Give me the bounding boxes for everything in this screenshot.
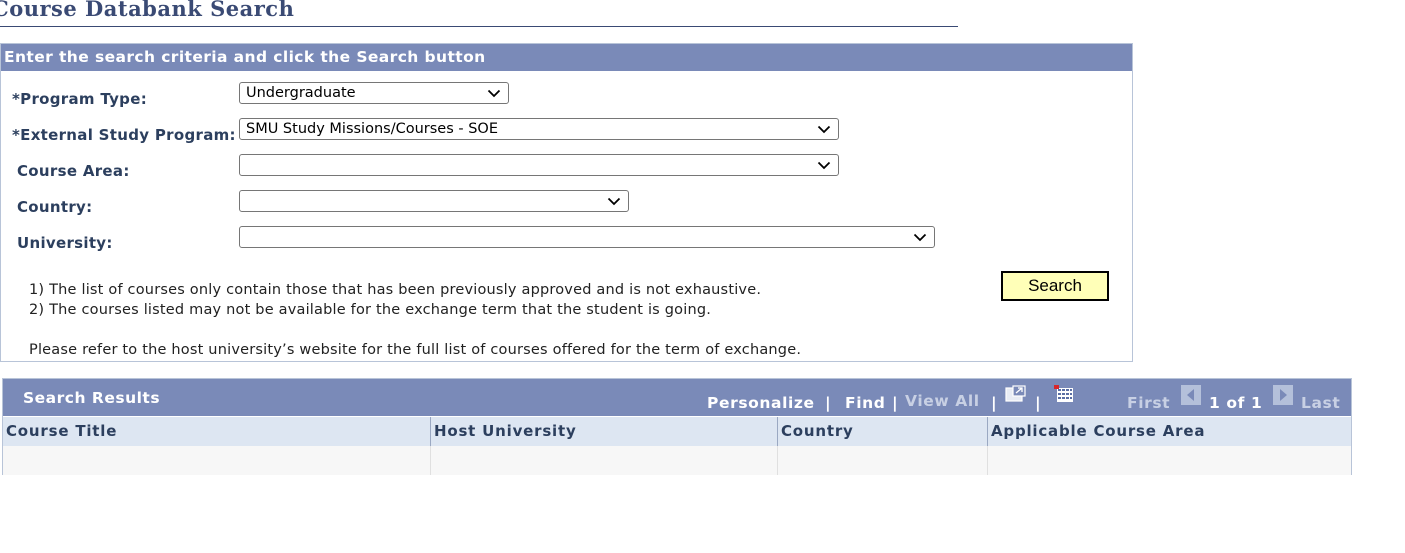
external-study-program-label: *External Study Program: (12, 126, 236, 144)
new-window-icon[interactable] (1005, 385, 1027, 403)
separator: | (991, 394, 998, 412)
country-select[interactable] (239, 190, 629, 212)
table-row-cell (431, 446, 778, 475)
external-study-program-value: SMU Study Missions/Courses - SOE (246, 121, 498, 137)
search-button[interactable]: Search (1001, 271, 1109, 301)
table-row-cell (778, 446, 988, 475)
grid-download-icon[interactable] (1053, 385, 1077, 405)
program-type-value: Undergraduate (246, 85, 356, 101)
table-row-cell (988, 446, 1351, 475)
chevron-down-icon (817, 125, 831, 134)
chevron-down-icon (487, 89, 501, 98)
search-results-grid: Search Results Personalize | Find | View… (2, 378, 1352, 475)
chevron-down-icon (913, 233, 927, 242)
separator: | (1035, 394, 1042, 412)
title-divider (0, 26, 958, 27)
column-header-host-university[interactable]: Host University (431, 417, 778, 446)
chevron-down-icon (607, 197, 621, 206)
column-header-course-title[interactable]: Course Title (3, 417, 431, 446)
first-page-link[interactable]: First (1127, 394, 1170, 412)
university-select[interactable] (239, 226, 935, 248)
note-1: 1) The list of courses only contain thos… (29, 282, 762, 298)
external-study-program-select[interactable]: SMU Study Missions/Courses - SOE (239, 118, 839, 140)
criteria-header: Enter the search criteria and click the … (1, 44, 1132, 71)
page-info: 1 of 1 (1209, 394, 1263, 412)
program-type-select[interactable]: Undergraduate (239, 82, 509, 104)
program-type-label: *Program Type: (12, 90, 147, 108)
column-header-applicable-course-area[interactable]: Applicable Course Area (988, 417, 1351, 446)
page-title: Course Databank Search (0, 0, 295, 21)
column-header-country[interactable]: Country (778, 417, 988, 446)
view-all-link[interactable]: View All (905, 392, 980, 410)
arrow-right-icon[interactable] (1273, 385, 1293, 405)
arrow-left-icon[interactable] (1181, 385, 1201, 405)
chevron-down-icon (817, 161, 831, 170)
university-label: University: (17, 234, 113, 252)
note-3: Please refer to the host university’s we… (29, 342, 802, 358)
course-area-select[interactable] (239, 154, 839, 176)
table-row-cell (3, 446, 431, 475)
separator: | (825, 394, 832, 412)
results-title: Search Results (23, 389, 161, 407)
separator: | (892, 394, 899, 412)
find-link[interactable]: Find (845, 394, 885, 412)
note-2: 2) The courses listed may not be availab… (29, 302, 712, 318)
results-header: Search Results Personalize | Find | View… (3, 379, 1351, 416)
last-page-link[interactable]: Last (1301, 394, 1340, 412)
personalize-link[interactable]: Personalize (707, 394, 815, 412)
country-label: Country: (17, 198, 93, 216)
course-area-label: Course Area: (17, 162, 130, 180)
